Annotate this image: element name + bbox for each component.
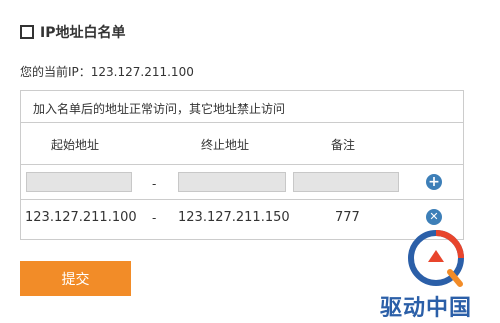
range-separator: -	[152, 177, 157, 191]
end-address-input[interactable]	[178, 172, 286, 192]
whitelist-note: 加入名单后的地址正常访问，其它地址禁止访问	[33, 102, 286, 116]
entry-start-address: 123.127.211.100	[25, 210, 137, 225]
row-divider	[21, 199, 463, 200]
whitelist-enable-checkbox[interactable]	[20, 25, 34, 39]
entry-remark: 777	[335, 210, 360, 225]
end-address-header: 终止地址	[201, 138, 250, 152]
x-circle-icon[interactable]: ✕	[426, 209, 442, 225]
range-separator: -	[152, 211, 157, 225]
submit-button[interactable]: 提交	[20, 261, 131, 296]
section-title: IP地址白名单	[40, 25, 126, 41]
header-divider	[21, 164, 463, 165]
current-ip-label: 您的当前IP：123.127.211.100	[20, 65, 194, 79]
remark-header: 备注	[331, 138, 356, 152]
section-header: IP地址白名单	[20, 22, 125, 42]
whitelist-table: 加入名单后的地址正常访问，其它地址禁止访问 起始地址 终止地址 备注 - + 1…	[20, 90, 464, 240]
watermark-text: 驱动中国	[380, 296, 473, 321]
watermark: 驱动中国	[378, 228, 494, 321]
note-divider	[21, 122, 463, 123]
entry-end-address: 123.127.211.150	[178, 210, 290, 225]
plus-circle-icon[interactable]: +	[426, 174, 442, 190]
start-address-input[interactable]	[26, 172, 132, 192]
logo-icon	[408, 230, 464, 287]
start-address-header: 起始地址	[51, 138, 100, 152]
remark-input[interactable]	[293, 172, 399, 192]
